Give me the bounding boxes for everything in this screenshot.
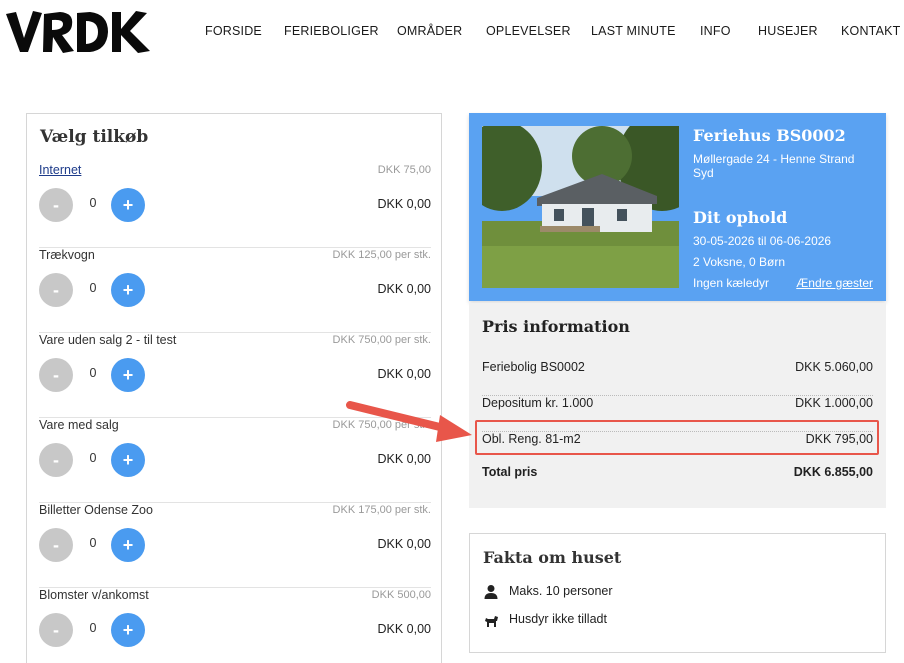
nav-forside[interactable]: FORSIDE — [205, 24, 262, 38]
nav-kontakt[interactable]: KONTAKT — [841, 24, 901, 38]
vrdk-logo[interactable] — [4, 6, 154, 56]
stay-guests: 2 Voksne, 0 Børn — [693, 255, 786, 269]
addon-name: Billetter Odense Zoo — [39, 503, 153, 517]
change-guests-link[interactable]: Ændre gæster — [796, 276, 873, 290]
addon-quantity: 0 — [89, 281, 97, 295]
addon-total: DKK 0,00 — [377, 367, 431, 381]
house-title: Feriehus BS0002 — [693, 126, 846, 145]
nav-omraader[interactable]: OMRÅDER — [397, 24, 462, 38]
price-row-label: Feriebolig BS0002 — [482, 360, 585, 374]
stay-dates: 30-05-2026 til 06-06-2026 — [693, 234, 832, 248]
decrease-button[interactable]: - — [39, 273, 73, 307]
increase-button[interactable]: + — [111, 528, 145, 562]
nav-husejer[interactable]: HUSEJER — [758, 24, 818, 38]
house-address: Møllergade 24 - Henne Strand Syd — [693, 152, 855, 180]
nav-last-minute[interactable]: LAST MINUTE — [591, 24, 676, 38]
house-photo[interactable] — [482, 126, 679, 288]
house-card: Feriehus BS0002 Møllergade 24 - Henne St… — [469, 113, 886, 301]
addons-panel: Vælg tilkøb Internet DKK 75,00 - 0 + DKK… — [26, 113, 442, 663]
addon-item: Trækvogn DKK 125,00 per stk. - 0 + DKK 0… — [39, 248, 431, 333]
addon-quantity: 0 — [89, 621, 97, 635]
annotation-arrow-icon — [346, 401, 472, 442]
increase-button[interactable]: + — [111, 188, 145, 222]
decrease-button[interactable]: - — [39, 443, 73, 477]
addon-unit-price: DKK 750,00 per stk. — [332, 334, 431, 346]
addon-quantity: 0 — [89, 366, 97, 380]
increase-button[interactable]: + — [111, 613, 145, 647]
price-row-value: DKK 5.060,00 — [795, 360, 873, 374]
addon-name: Trækvogn — [39, 248, 95, 262]
nav-oplevelser[interactable]: OPLEVELSER — [486, 24, 571, 38]
price-total-value: DKK 6.855,00 — [793, 465, 873, 479]
stay-pets: Ingen kæledyr — [693, 276, 770, 290]
increase-button[interactable]: + — [111, 273, 145, 307]
stay-title: Dit ophold — [693, 208, 788, 227]
nav-ferieboliger[interactable]: FERIEBOLIGER — [284, 24, 379, 38]
person-icon — [484, 585, 498, 599]
decrease-button[interactable]: - — [39, 528, 73, 562]
increase-button[interactable]: + — [111, 358, 145, 392]
increase-button[interactable]: + — [111, 443, 145, 477]
addon-quantity: 0 — [89, 536, 97, 550]
addon-unit-price: DKK 125,00 per stk. — [332, 249, 431, 261]
addon-unit-price: DKK 500,00 — [371, 589, 431, 601]
addon-total: DKK 0,00 — [377, 452, 431, 466]
dog-icon — [485, 616, 498, 627]
decrease-button[interactable]: - — [39, 188, 73, 222]
price-info-title: Pris information — [482, 317, 630, 336]
addon-unit-price: DKK 75,00 — [377, 164, 431, 176]
addon-total: DKK 0,00 — [377, 197, 431, 211]
decrease-button[interactable]: - — [39, 358, 73, 392]
addon-item: Blomster v/ankomst DKK 500,00 - 0 + DKK … — [39, 588, 431, 663]
addon-quantity: 0 — [89, 451, 97, 465]
highlight-box — [475, 420, 879, 455]
addon-name: Vare uden salg 2 - til test — [39, 333, 177, 347]
price-row-label: Depositum kr. 1.000 — [482, 396, 594, 410]
addon-unit-price: DKK 175,00 per stk. — [332, 504, 431, 516]
addons-title: Vælg tilkøb — [40, 127, 149, 147]
addon-item: Internet DKK 75,00 - 0 + DKK 0,00 — [39, 163, 431, 248]
addon-total: DKK 0,00 — [377, 282, 431, 296]
house-facts-panel: Fakta om huset Maks. 10 personer Husdyr … — [469, 533, 886, 653]
addon-quantity: 0 — [89, 196, 97, 210]
facts-title: Fakta om huset — [483, 548, 622, 567]
addon-item: Billetter Odense Zoo DKK 175,00 per stk.… — [39, 503, 431, 588]
addon-total: DKK 0,00 — [377, 622, 431, 636]
addon-name-link[interactable]: Internet — [39, 163, 81, 177]
addon-name: Vare med salg — [39, 418, 119, 432]
addon-name: Blomster v/ankomst — [39, 588, 149, 602]
addon-total: DKK 0,00 — [377, 537, 431, 551]
decrease-button[interactable]: - — [39, 613, 73, 647]
fact-text: Husdyr ikke tilladt — [509, 612, 607, 626]
price-row: Feriebolig BS0002 DKK 5.060,00 — [482, 360, 873, 396]
price-total-row: Total pris DKK 6.855,00 — [482, 465, 873, 501]
price-row-value: DKK 1.000,00 — [795, 396, 873, 410]
nav-info[interactable]: INFO — [700, 24, 731, 38]
fact-text: Maks. 10 personer — [509, 584, 613, 598]
price-info-panel: Pris information Feriebolig BS0002 DKK 5… — [469, 303, 886, 508]
price-total-label: Total pris — [482, 465, 538, 479]
